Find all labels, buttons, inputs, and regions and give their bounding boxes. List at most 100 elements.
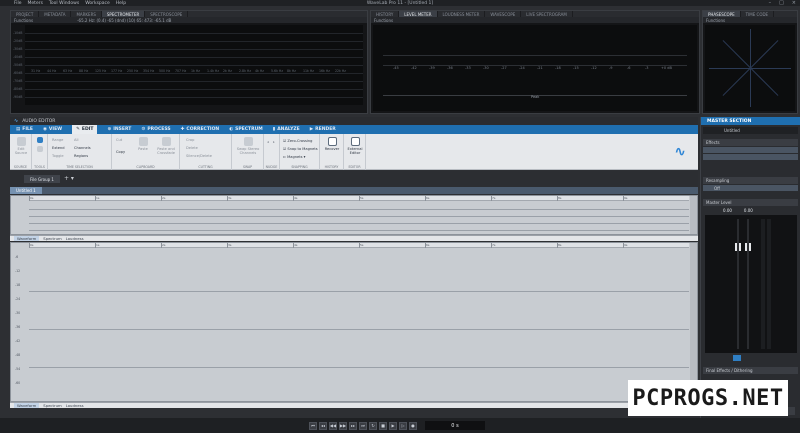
effect-slot-1[interactable]	[703, 147, 798, 153]
play-selection-icon[interactable]: ▷	[399, 421, 407, 430]
add-tab-icon[interactable]: + ▾	[64, 175, 74, 182]
menu-workspace[interactable]: Workspace	[85, 1, 110, 6]
tab-overview-loudness[interactable]: Loudness	[66, 236, 84, 241]
main-scrollbar[interactable]	[690, 243, 697, 401]
ribbon-tab-correction[interactable]: ✚ CORRECTION	[181, 127, 220, 132]
tab-metadata[interactable]: METADATA	[39, 11, 72, 17]
tab-overview-waveform[interactable]: Waveform	[14, 236, 40, 241]
ribbon-tab-insert[interactable]: ⊕ INSERT	[107, 127, 131, 132]
tool-cursor-button[interactable]	[36, 137, 44, 144]
zero-crossing-checkbox[interactable]: ☑ Zero-Crossing	[283, 139, 312, 143]
time-ruler[interactable]: 0s 1s 2s 3s 4s 5s 6s 7s 8s 9s	[29, 196, 689, 201]
level-tick: -15	[573, 66, 579, 70]
ribbon-tab-analyze[interactable]: ▮ ANALYZE	[273, 127, 300, 132]
next-marker-icon[interactable]: ▸▸	[349, 421, 357, 430]
tab-spectrometer[interactable]: SPECTROMETER	[101, 11, 146, 17]
tab-level-meter[interactable]: LEVEL METER	[399, 11, 438, 17]
functions-menu[interactable]: Functions	[374, 18, 393, 23]
effect-slot-2[interactable]	[703, 154, 798, 160]
resampling-slot[interactable]: Off	[703, 185, 798, 191]
menu-help[interactable]: Help	[116, 1, 126, 6]
edit-source-button[interactable]: Edit Source	[12, 137, 30, 155]
swap-stereo-button[interactable]: Swap Stereo Channels	[234, 137, 262, 155]
resampling-section[interactable]: Resampling	[703, 177, 798, 184]
fast-forward-icon[interactable]: ▶▶	[339, 421, 347, 430]
ribbon-tab-file[interactable]: ▤ FILE	[16, 127, 33, 132]
silence-delete-button[interactable]: Silence/Delete	[186, 154, 212, 158]
x-label: 125 Hz	[95, 69, 107, 73]
x-label: 2k Hz	[223, 69, 232, 73]
main-waveform[interactable]: 0s 1s 2s 3s 4s 5s 6s 7s 8s 9s -6 -12 -18…	[10, 242, 698, 402]
loop-icon[interactable]: ↻	[369, 421, 377, 430]
menu-meters[interactable]: Meters	[28, 1, 43, 6]
ruler-mark: 8s	[558, 196, 562, 200]
cut-button[interactable]: Cut	[116, 138, 122, 142]
recover-button[interactable]: Recover	[322, 137, 342, 151]
maximize-icon[interactable]: □	[779, 0, 784, 6]
tab-overview-spectrum[interactable]: Spectrum	[43, 236, 61, 241]
link-icon[interactable]	[733, 355, 741, 361]
minimize-icon[interactable]: –	[769, 0, 772, 6]
paste-button[interactable]: Paste	[136, 137, 150, 151]
level-tick: -39	[429, 66, 435, 70]
stop-icon[interactable]: ■	[379, 421, 387, 430]
ribbon-tab-label: INSERT	[113, 127, 132, 132]
ribbon-tab-render[interactable]: ▶ RENDER	[310, 127, 336, 132]
tab-main-spectrum[interactable]: Spectrum	[43, 403, 61, 408]
tab-main-waveform[interactable]: Waveform	[14, 403, 40, 408]
menu-tool-windows[interactable]: Tool Windows	[49, 1, 79, 6]
main-time-ruler[interactable]: 0s 1s 2s 3s 4s 5s 6s 7s 8s 9s	[29, 243, 689, 248]
previous-marker-icon[interactable]: ◂◂	[319, 421, 327, 430]
paste-crossfade-button[interactable]: Paste and Crossfade	[154, 137, 178, 155]
nudge-left-icon[interactable]: ◂	[267, 140, 269, 144]
external-editor-icon	[350, 137, 360, 146]
document-tab[interactable]: Untitled 1	[10, 187, 42, 194]
final-effects-section[interactable]: Final Effects / Dithering	[703, 367, 798, 374]
nudge-right-icon[interactable]: ▸	[273, 140, 275, 144]
tab-spectroscope[interactable]: SPECTROSCOPE	[145, 11, 189, 17]
file-group-tab[interactable]: File Group 1	[24, 175, 60, 183]
go-end-icon[interactable]: ⏭	[359, 421, 367, 430]
overview-waveform[interactable]: 0s 1s 2s 3s 4s 5s 6s 7s 8s 9s	[10, 195, 698, 235]
functions-menu[interactable]: Functions	[14, 18, 33, 23]
tab-loudness-meter[interactable]: LOUDNESS METER	[438, 11, 486, 17]
effects-section[interactable]: Effects	[703, 139, 798, 146]
delete-button[interactable]: Delete	[186, 146, 198, 150]
tool-hand-button[interactable]	[36, 146, 44, 153]
crop-button[interactable]: Crop	[186, 138, 194, 142]
ruler-mark: 5s	[360, 196, 364, 200]
toggle-button[interactable]: Toggle	[52, 154, 64, 158]
tab-project[interactable]: PROJECT	[11, 11, 40, 17]
ribbon-tab-edit[interactable]: ✎ EDIT	[72, 125, 98, 134]
tab-time-code[interactable]: TIME CODE	[741, 11, 775, 17]
ribbon-tab-view[interactable]: ◉ VIEW	[43, 127, 62, 132]
preset-selector[interactable]: Untitled	[703, 127, 798, 134]
tab-markers[interactable]: MARKERS	[71, 11, 102, 17]
ribbon-tab-spectrum[interactable]: ◐ SPECTRUM	[229, 127, 263, 132]
ribbon-tab-process[interactable]: ⚙ PROCESS	[141, 127, 170, 132]
tab-wavescope[interactable]: WAVESCOPE	[485, 11, 522, 17]
all-button[interactable]: All	[74, 138, 78, 142]
menu-file[interactable]: File	[14, 1, 22, 6]
range-button[interactable]: Range	[52, 138, 63, 142]
close-icon[interactable]: ×	[792, 0, 796, 6]
snap-to-magnets-checkbox[interactable]: ☑ Snap to Magnets	[283, 147, 318, 151]
functions-menu[interactable]: Functions	[706, 18, 725, 23]
ruler-mark: 3s	[228, 196, 232, 200]
go-start-icon[interactable]: ⏮	[309, 421, 317, 430]
magnets-dropdown[interactable]: ⊏ Magnets ▾	[283, 155, 305, 159]
record-icon[interactable]: ●	[409, 421, 417, 430]
overview-scrollbar[interactable]	[690, 196, 697, 234]
rewind-icon[interactable]: ◀◀	[329, 421, 337, 430]
regions-button[interactable]: Regions	[74, 154, 88, 158]
tab-main-loudness[interactable]: Loudness	[66, 403, 84, 408]
tab-live-spectrogram[interactable]: LIVE SPECTROGRAM	[521, 11, 573, 17]
channels-button[interactable]: Channels	[74, 146, 91, 150]
tab-history[interactable]: HISTORY	[371, 11, 400, 17]
extend-button[interactable]: Extend	[52, 146, 65, 150]
play-icon[interactable]: ▶	[389, 421, 397, 430]
tab-phasescope[interactable]: PHASESCOPE	[703, 11, 741, 17]
copy-button[interactable]: Copy	[116, 150, 125, 154]
external-editor-button[interactable]: External Editor	[346, 137, 364, 155]
time-display[interactable]: 0 s	[425, 421, 485, 430]
